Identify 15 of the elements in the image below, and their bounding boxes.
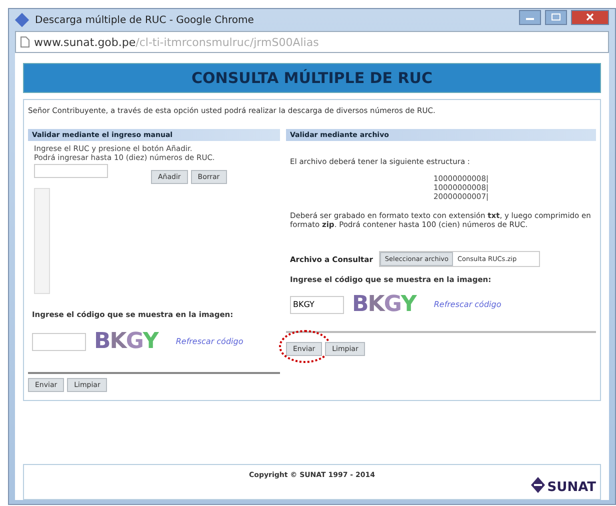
close-icon (585, 13, 595, 21)
minimize-button[interactable] (519, 10, 541, 24)
refresh-link[interactable]: Refrescar código (176, 337, 244, 346)
maximize-button[interactable] (545, 10, 567, 24)
refresh-link[interactable]: Refrescar código (434, 300, 502, 309)
ruc-input[interactable] (34, 164, 108, 178)
code-input[interactable]: BKGY (290, 296, 344, 314)
maximize-icon (551, 13, 561, 21)
captcha-text: BKGY (94, 329, 158, 354)
close-button[interactable] (571, 10, 609, 24)
page-header: CONSULTA MÚLTIPLE DE RUC (23, 63, 601, 93)
logo-text: SUNAT (547, 480, 596, 494)
window-title: Descarga múltiple de RUC - Google Chrome (35, 14, 254, 26)
captcha-text: BKGY (352, 292, 416, 317)
code-input[interactable] (32, 332, 86, 350)
